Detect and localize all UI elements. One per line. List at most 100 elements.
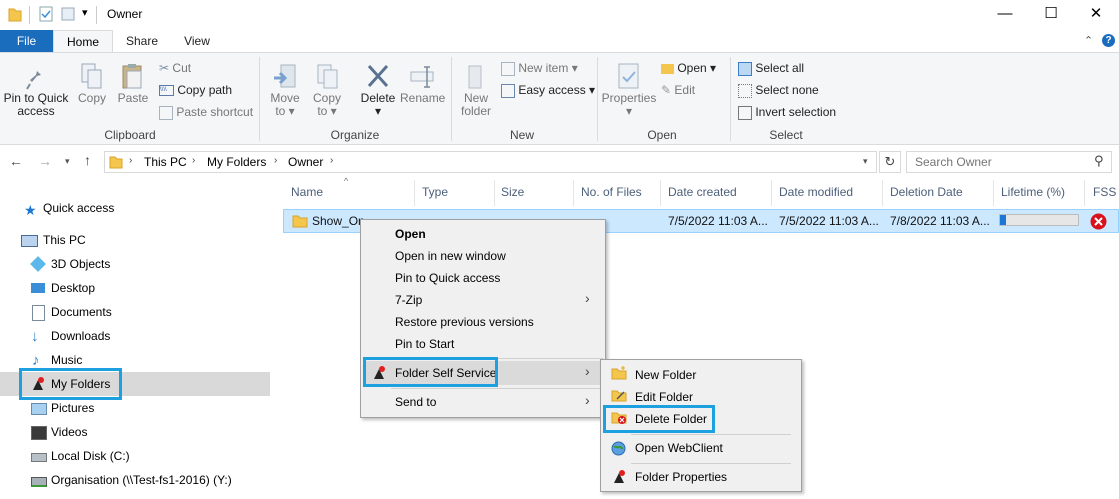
nav-local-disk[interactable]: Local Disk (C:) [0,444,270,468]
edit-button[interactable]: ✎ Edit [661,83,695,97]
invert-selection-label: Invert selection [755,105,837,119]
menu-item-open[interactable]: Open [361,223,605,245]
column-type[interactable]: Type [422,185,448,199]
download-arrow-icon: ↓ [31,328,39,345]
column-no-of-files[interactable]: No. of Files [581,185,642,199]
column-divider[interactable] [771,180,772,206]
new-folder-button[interactable]: New folder [456,62,496,118]
new-item-icon [501,61,515,76]
column-divider[interactable] [993,180,994,206]
address-dropdown-icon[interactable]: ▾ [863,156,868,167]
copy-label: Copy [77,91,106,105]
nav-documents[interactable]: Documents [0,300,270,324]
column-date-modified[interactable]: Date modified [779,185,853,199]
back-arrow-icon[interactable]: ← [9,153,23,169]
tab-share[interactable]: Share [118,30,166,52]
open-group-label: Open [647,128,677,142]
column-lifetime[interactable]: Lifetime (%) [1001,185,1065,199]
select-all-button[interactable]: Select all [738,61,804,76]
close-button[interactable]: ✕ [1073,0,1119,30]
open-button[interactable]: Open ▾ [661,61,716,75]
tab-view[interactable]: View [172,30,222,52]
menu-item-pin-quick-access[interactable]: Pin to Quick access [361,267,605,289]
nav-this-pc[interactable]: This PC [0,228,270,252]
new-item-button[interactable]: New item ▾ [501,61,578,76]
copy-button[interactable]: Copy [74,62,110,105]
paste-shortcut-button[interactable]: Paste shortcut [159,105,253,120]
breadcrumb-this-pc[interactable]: This PC [144,155,187,169]
nav-quick-access[interactable]: ★ Quick access [0,196,270,220]
column-divider[interactable] [494,180,495,206]
column-divider[interactable] [882,180,883,206]
breadcrumb-my-folders[interactable]: My Folders [207,155,266,169]
delete-button[interactable]: Delete ▾ [358,62,398,118]
tab-home[interactable]: Home [53,30,113,52]
cut-button[interactable]: ✂ Cut [159,61,191,75]
nav-videos[interactable]: Videos [0,420,270,444]
breadcrumb-owner[interactable]: Owner [288,155,323,169]
minimize-ribbon-icon[interactable]: ⌃ [1084,34,1093,47]
invert-selection-button[interactable]: Invert selection [738,105,836,120]
select-none-button[interactable]: Select none [738,83,819,98]
nav-label: Documents [51,305,112,319]
copy-path-icon: \\\\ [159,85,174,97]
menu-item-open-new-window[interactable]: Open in new window [361,245,605,267]
maximize-button[interactable]: ☐ [1028,0,1074,30]
search-icon: ⚲ [1094,153,1104,168]
nav-organisation-drive[interactable]: Organisation (\\Test-fs1-2016) (Y:) [0,468,270,492]
tab-file[interactable]: File [0,30,53,52]
organize-group-label: Organize [330,128,380,142]
select-none-label: Select none [755,83,819,97]
new-folder-quick-icon[interactable] [61,6,75,22]
move-to-button[interactable]: Move to ▾ [267,62,303,118]
pin-to-quick-access-button[interactable]: Pin to Quick access [3,62,69,118]
up-arrow-icon[interactable]: ↑ [84,152,91,168]
column-name[interactable]: Name [291,185,323,199]
breadcrumb-separator-icon[interactable]: › [129,155,132,166]
menu-separator [631,463,791,464]
customize-quick-access-icon[interactable]: ▾ [82,6,88,19]
copy-path-button[interactable]: \\\\ Copy path [159,83,232,97]
menu-item-restore-versions[interactable]: Restore previous versions [361,311,605,333]
menu-item-send-to[interactable]: Send to [361,391,605,413]
folder-icon [8,8,22,22]
column-fss-status[interactable]: FSS S [1093,185,1119,199]
breadcrumb-separator-icon[interactable]: › [192,155,195,166]
refresh-icon[interactable]: ↻ [879,151,901,173]
column-divider[interactable] [414,180,415,206]
submenu-item-folder-properties[interactable]: Folder Properties [601,466,801,488]
column-deletion-date[interactable]: Deletion Date [890,185,963,199]
rename-button[interactable]: Rename [400,62,445,105]
nav-label: Organisation (\\Test-fs1-2016) (Y:) [51,473,232,487]
minimize-button[interactable]: — [982,0,1028,30]
breadcrumb-separator-icon[interactable]: › [274,155,277,166]
nav-downloads[interactable]: ↓ Downloads [0,324,270,348]
column-divider[interactable] [1084,180,1085,206]
copy-to-button[interactable]: Copy to ▾ [309,62,345,118]
submenu-item-open-webclient[interactable]: Open WebClient [601,437,801,459]
column-divider[interactable] [573,180,574,206]
menu-item-pin-start[interactable]: Pin to Start [361,333,605,355]
nav-desktop[interactable]: Desktop [0,276,270,300]
column-size[interactable]: Size [501,185,524,199]
column-date-created[interactable]: Date created [668,185,737,199]
lifetime-progress-bar [999,214,1079,226]
easy-access-button[interactable]: Easy access ▾ [501,83,595,98]
properties-button[interactable]: Properties ▾ [600,62,658,118]
submenu-item-new-folder[interactable]: New Folder [601,364,801,386]
lifetime-progress-fill [1000,215,1007,225]
pin-label-2: access [17,104,55,118]
breadcrumb-separator-icon[interactable]: › [330,155,333,166]
search-input[interactable] [906,151,1112,173]
copy-to-label-2: to ▾ [317,104,337,118]
column-divider[interactable] [660,180,661,206]
nav-3d-objects[interactable]: 3D Objects [0,252,270,276]
nav-label: Desktop [51,281,96,295]
properties-icon[interactable] [39,6,53,22]
paste-button[interactable]: Paste [115,62,151,105]
help-icon[interactable]: ? [1102,34,1115,47]
menu-item-7zip[interactable]: 7-Zip [361,289,605,311]
recent-locations-icon[interactable]: ▾ [65,156,70,167]
properties-label-2: ▾ [625,104,633,118]
forward-arrow-icon[interactable]: → [38,153,52,169]
